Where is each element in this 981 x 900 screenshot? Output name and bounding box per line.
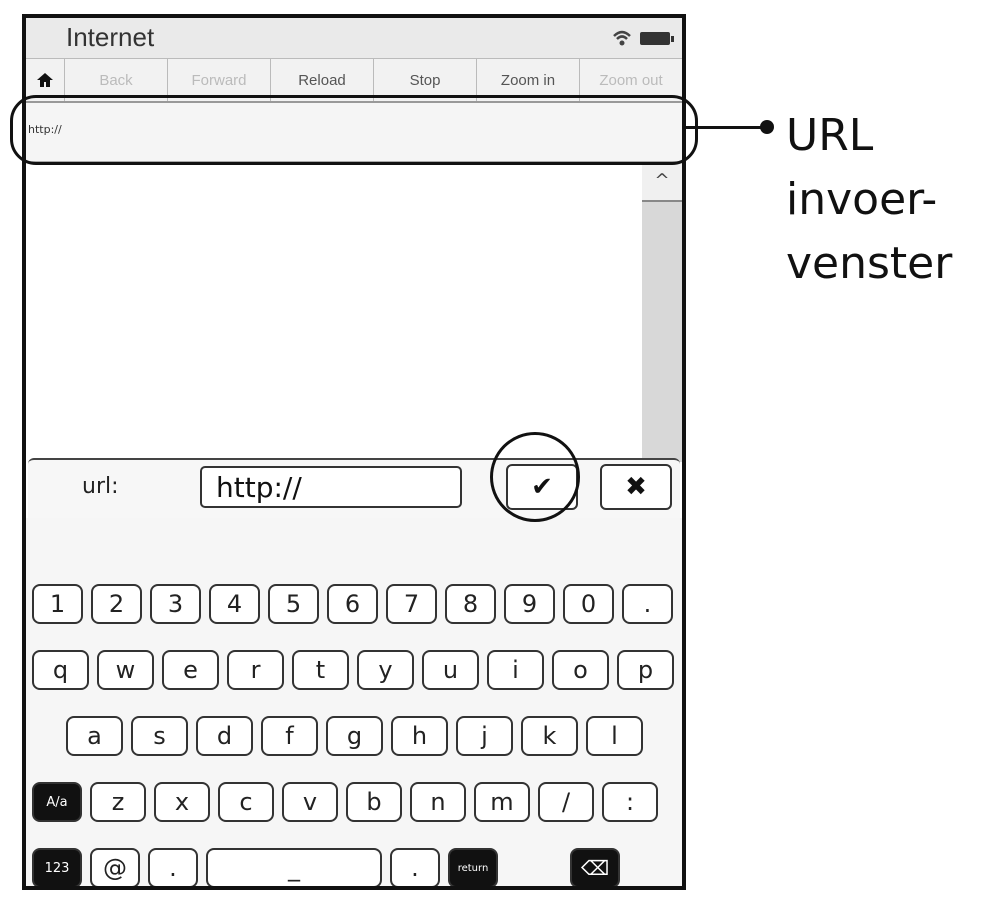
key-4[interactable]: 4 <box>209 584 260 624</box>
key-z[interactable]: z <box>90 782 146 822</box>
key-6[interactable]: 6 <box>327 584 378 624</box>
keyboard-spacer <box>506 848 570 886</box>
return-key[interactable]: return <box>448 848 498 886</box>
key-3[interactable]: 3 <box>150 584 201 624</box>
key-5[interactable]: 5 <box>268 584 319 624</box>
key-b[interactable]: b <box>346 782 402 822</box>
key-a[interactable]: a <box>66 716 123 756</box>
shift-key[interactable]: A/a <box>32 782 82 822</box>
key-t[interactable]: t <box>292 650 349 690</box>
key-colon[interactable]: : <box>602 782 658 822</box>
key-p[interactable]: p <box>617 650 674 690</box>
backspace-key[interactable]: ⌫ <box>570 848 620 886</box>
key-r[interactable]: r <box>227 650 284 690</box>
key-o[interactable]: o <box>552 650 609 690</box>
backspace-icon: ⌫ <box>580 856 610 880</box>
scroll-up-button[interactable]: ^ <box>642 162 682 202</box>
app-title: Internet <box>66 22 155 52</box>
close-icon: ✖ <box>625 472 647 502</box>
key-m[interactable]: m <box>474 782 530 822</box>
key-d[interactable]: d <box>196 716 253 756</box>
key-period[interactable]: . <box>622 584 673 624</box>
key-w[interactable]: w <box>97 650 154 690</box>
url-input[interactable]: http:// <box>200 466 462 508</box>
key-s[interactable]: s <box>131 716 188 756</box>
title-bar: Internet <box>26 18 682 59</box>
key-i[interactable]: i <box>487 650 544 690</box>
url-highlight-ring <box>10 95 698 165</box>
key-g[interactable]: g <box>326 716 383 756</box>
key-f[interactable]: f <box>261 716 318 756</box>
page-content[interactable] <box>26 162 642 462</box>
key-dot-right[interactable]: . <box>390 848 440 886</box>
status-icons <box>612 28 674 48</box>
home-icon <box>37 73 53 87</box>
battery-icon <box>640 31 674 45</box>
numbers-key[interactable]: 123 <box>32 848 82 886</box>
key-at[interactable]: @ <box>90 848 140 886</box>
key-7[interactable]: 7 <box>386 584 437 624</box>
cancel-button[interactable]: ✖ <box>600 464 672 510</box>
callout-dot <box>760 120 774 134</box>
annotation-label: URL invoer- venster <box>786 110 953 289</box>
key-u[interactable]: u <box>422 650 479 690</box>
key-x[interactable]: x <box>154 782 210 822</box>
key-n[interactable]: n <box>410 782 466 822</box>
key-1[interactable]: 1 <box>32 584 83 624</box>
confirm-highlight-ring <box>490 432 580 522</box>
url-entry-dialog: url: http:// ✔ ✖ <box>28 458 680 518</box>
key-2[interactable]: 2 <box>91 584 142 624</box>
key-q[interactable]: q <box>32 650 89 690</box>
scrollbar[interactable]: ^ <box>642 162 682 462</box>
key-k[interactable]: k <box>521 716 578 756</box>
space-key[interactable]: _ <box>206 848 382 886</box>
key-h[interactable]: h <box>391 716 448 756</box>
key-y[interactable]: y <box>357 650 414 690</box>
key-j[interactable]: j <box>456 716 513 756</box>
key-0[interactable]: 0 <box>563 584 614 624</box>
key-9[interactable]: 9 <box>504 584 555 624</box>
wifi-icon <box>613 30 631 46</box>
key-v[interactable]: v <box>282 782 338 822</box>
key-slash[interactable]: / <box>538 782 594 822</box>
key-dot-left[interactable]: . <box>148 848 198 886</box>
callout-line <box>686 126 768 129</box>
on-screen-keyboard: 1 2 3 4 5 6 7 8 9 0 . q w e r t y u i o … <box>26 518 682 886</box>
url-label: url: <box>82 474 119 499</box>
key-e[interactable]: e <box>162 650 219 690</box>
key-l[interactable]: l <box>586 716 643 756</box>
key-c[interactable]: c <box>218 782 274 822</box>
key-8[interactable]: 8 <box>445 584 496 624</box>
